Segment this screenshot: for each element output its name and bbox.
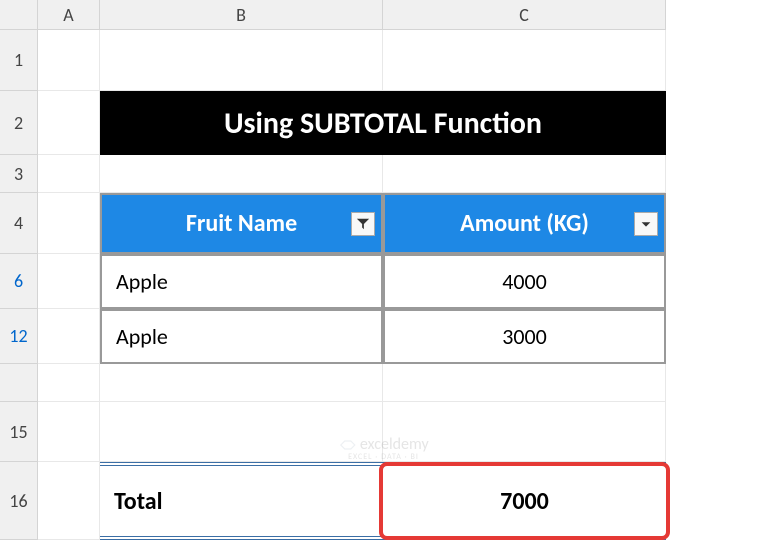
cell-a6[interactable] xyxy=(38,254,100,309)
cell-c15[interactable] xyxy=(383,402,666,462)
col-header-c[interactable]: C xyxy=(383,0,666,30)
cell-a2[interactable] xyxy=(38,91,100,155)
cell-a4[interactable] xyxy=(38,193,100,254)
filter-button-amount[interactable] xyxy=(634,212,658,236)
row-header-1[interactable]: 1 xyxy=(0,30,38,91)
cell-a15[interactable] xyxy=(38,402,100,462)
row-header-4[interactable]: 4 xyxy=(0,193,38,254)
col-header-b[interactable]: B xyxy=(100,0,383,30)
title-cell[interactable]: Using SUBTOTAL Function xyxy=(100,91,666,155)
cell-b-blank[interactable] xyxy=(100,364,383,402)
row-header-3[interactable]: 3 xyxy=(0,155,38,193)
filter-active-icon xyxy=(356,217,370,231)
cell-b15[interactable] xyxy=(100,402,383,462)
total-label-cell[interactable]: Total xyxy=(100,462,383,540)
table-header-fruit[interactable]: Fruit Name xyxy=(100,193,383,254)
cell-b1[interactable] xyxy=(100,30,383,91)
cell-a16[interactable] xyxy=(38,462,100,540)
dropdown-arrow-icon xyxy=(639,217,653,231)
header-fruit-label: Fruit Name xyxy=(186,209,297,238)
cell-a3[interactable] xyxy=(38,155,100,193)
cell-a12[interactable] xyxy=(38,309,100,364)
header-amount-label: Amount (KG) xyxy=(460,209,589,238)
row-header-6[interactable]: 6 xyxy=(0,254,38,309)
table-cell-amount-2[interactable]: 3000 xyxy=(383,309,666,364)
cell-a-blank[interactable] xyxy=(38,364,100,402)
row-header-16[interactable]: 16 xyxy=(0,462,38,540)
row-header-12[interactable]: 12 xyxy=(0,309,38,364)
cell-c3[interactable] xyxy=(383,155,666,193)
table-header-amount[interactable]: Amount (KG) xyxy=(383,193,666,254)
total-value-text: 7000 xyxy=(500,487,549,516)
cell-a1[interactable] xyxy=(38,30,100,91)
spreadsheet-grid: A B C 1 2 3 4 6 12 15 16 Using SUBTOTAL … xyxy=(0,0,666,540)
row-header-15[interactable]: 15 xyxy=(0,402,38,462)
table-cell-fruit-1[interactable]: Apple xyxy=(100,254,383,309)
filter-button-fruit[interactable] xyxy=(351,212,375,236)
col-header-a[interactable]: A xyxy=(38,0,100,30)
total-value-cell[interactable]: 7000 xyxy=(383,462,666,540)
table-cell-fruit-2[interactable]: Apple xyxy=(100,309,383,364)
row-header-2[interactable]: 2 xyxy=(0,91,38,155)
table-cell-amount-1[interactable]: 4000 xyxy=(383,254,666,309)
cell-b3[interactable] xyxy=(100,155,383,193)
select-all-corner[interactable] xyxy=(0,0,38,30)
row-header-blank[interactable] xyxy=(0,364,38,402)
cell-c-blank[interactable] xyxy=(383,364,666,402)
cell-c1[interactable] xyxy=(383,30,666,91)
